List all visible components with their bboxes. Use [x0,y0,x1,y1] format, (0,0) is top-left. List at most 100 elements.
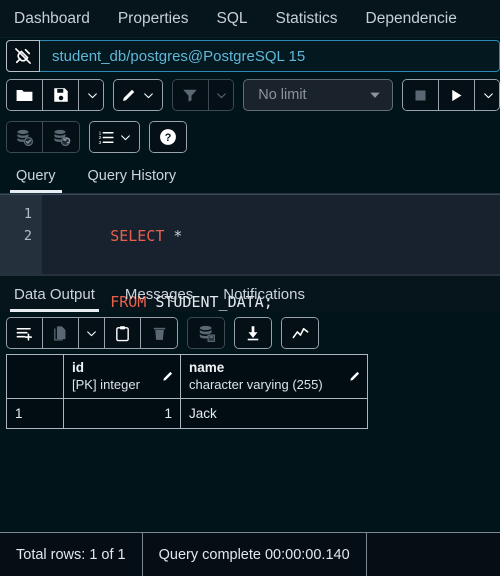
copy-button[interactable] [43,318,79,348]
grid-column-header-id[interactable]: id [PK] integer [64,355,181,399]
grid-column-header-name[interactable]: name character varying (255) [181,355,368,399]
save-file-button[interactable] [43,80,79,110]
tab-properties[interactable]: Properties [118,11,189,27]
trash-delete-icon [151,325,168,342]
tab-messages[interactable]: Messages [121,287,197,312]
filter-button[interactable] [172,80,209,110]
sql-text: * [164,227,183,245]
commit-button[interactable] [7,122,43,152]
column-name: id [72,360,84,375]
help-button-group: ? [149,121,187,153]
connection-string-field[interactable]: student_db/postgres@PostgreSQL 15 [40,40,500,72]
stop-query-button[interactable] [403,80,440,110]
graph-visualiser-button[interactable] [282,318,318,348]
download-csv-button[interactable] [235,318,271,348]
download-arrow-icon [244,324,262,342]
execute-dropdown-button[interactable] [475,80,500,110]
cell-id[interactable]: 1 [64,399,181,429]
connection-status-button[interactable] [6,40,40,72]
status-query-complete: Query complete 00:00:00.140 [158,546,350,563]
numbered-list-icon: 123 [97,128,116,147]
explain-options-group: 123 [89,121,140,153]
query-toolbar-secondary: 123 ? [0,116,500,158]
query-toolbar-primary: No limit [0,74,500,116]
status-total-rows: Total rows: 1 of 1 [16,546,126,563]
tab-data-output[interactable]: Data Output [10,287,99,312]
delete-row-button[interactable] [141,318,177,348]
tab-notifications[interactable]: Notifications [219,287,309,312]
paste-button[interactable] [105,318,141,348]
add-row-button[interactable] [7,318,43,348]
connection-plug-icon [13,46,33,66]
copy-dropdown-button[interactable] [79,318,105,348]
save-data-group [187,317,225,349]
tab-query[interactable]: Query [10,168,62,193]
chevron-down-icon [142,89,155,102]
file-button-group [6,79,104,111]
funnel-filter-icon [181,86,199,104]
help-button[interactable]: ? [150,122,186,152]
open-file-button[interactable] [7,80,43,110]
tab-dependencies[interactable]: Dependencie [366,11,457,27]
results-grid[interactable]: id [PK] integer name character varying (… [6,354,368,429]
folder-open-icon [15,86,34,105]
database-save-icon [197,324,216,343]
row-limit-value: No limit [258,87,307,103]
edit-button[interactable] [113,80,162,110]
object-tab-bar: Dashboard Properties SQL Statistics Depe… [0,0,500,38]
tab-statistics[interactable]: Statistics [276,11,338,27]
chevron-down-icon [368,88,382,102]
code-line: SELECT * [56,203,500,269]
chevron-down-icon [85,327,98,340]
row-number: 1 [15,406,23,421]
database-check-icon [15,128,34,147]
download-group [234,317,272,349]
execute-button-group [402,79,500,111]
results-edit-group [6,317,178,349]
execute-query-button[interactable] [439,80,476,110]
chevron-down-icon [482,89,495,102]
query-tab-strip: Query Query History [0,158,500,194]
line-number: 2 [23,228,32,244]
stop-square-icon [413,88,428,103]
paste-clipboard-icon [114,325,131,342]
database-undo-icon [52,128,71,147]
cell-name[interactable]: Jack [181,399,368,429]
grid-corner-cell [7,355,64,399]
add-row-icon [15,324,34,343]
column-type: [PK] integer [72,377,140,392]
svg-text:?: ? [165,132,172,144]
table-row[interactable]: 1 1 Jack [7,399,368,429]
graph-group [281,317,319,349]
row-limit-select[interactable]: No limit [243,79,394,111]
sql-editor[interactable]: 1 2 SELECT * FROM STUDENT_DATA; [0,194,500,311]
save-dropdown-button[interactable] [79,80,103,110]
save-floppy-icon [52,86,70,104]
chevron-down-icon [215,89,228,102]
status-divider [365,533,367,576]
pencil-icon[interactable] [161,369,175,383]
line-graph-icon [291,324,310,343]
editor-code-area[interactable]: SELECT * FROM STUDENT_DATA; [42,195,500,311]
explain-options-button[interactable]: 123 [90,122,139,152]
filter-button-group [171,79,235,111]
row-number-cell: 1 [7,399,64,429]
tab-query-history[interactable]: Query History [82,168,183,194]
cell-value: Jack [189,406,217,421]
rollback-button[interactable] [43,122,79,152]
tab-dashboard[interactable]: Dashboard [14,11,90,27]
question-circle-icon: ? [158,127,178,147]
sql-keyword: SELECT [110,227,165,245]
transaction-button-group [6,121,80,153]
play-triangle-icon [448,87,465,104]
edit-button-group [112,79,163,111]
filter-dropdown-button[interactable] [208,80,234,110]
cell-value: 1 [164,406,172,421]
column-type: character varying (255) [189,377,323,392]
save-data-changes-button[interactable] [188,318,224,348]
connection-bar: student_db/postgres@PostgreSQL 15 [0,38,500,74]
pencil-icon[interactable] [348,369,362,383]
column-name: name [189,360,225,375]
editor-line-number-gutter: 1 2 [0,195,42,274]
tab-sql[interactable]: SQL [216,11,247,27]
